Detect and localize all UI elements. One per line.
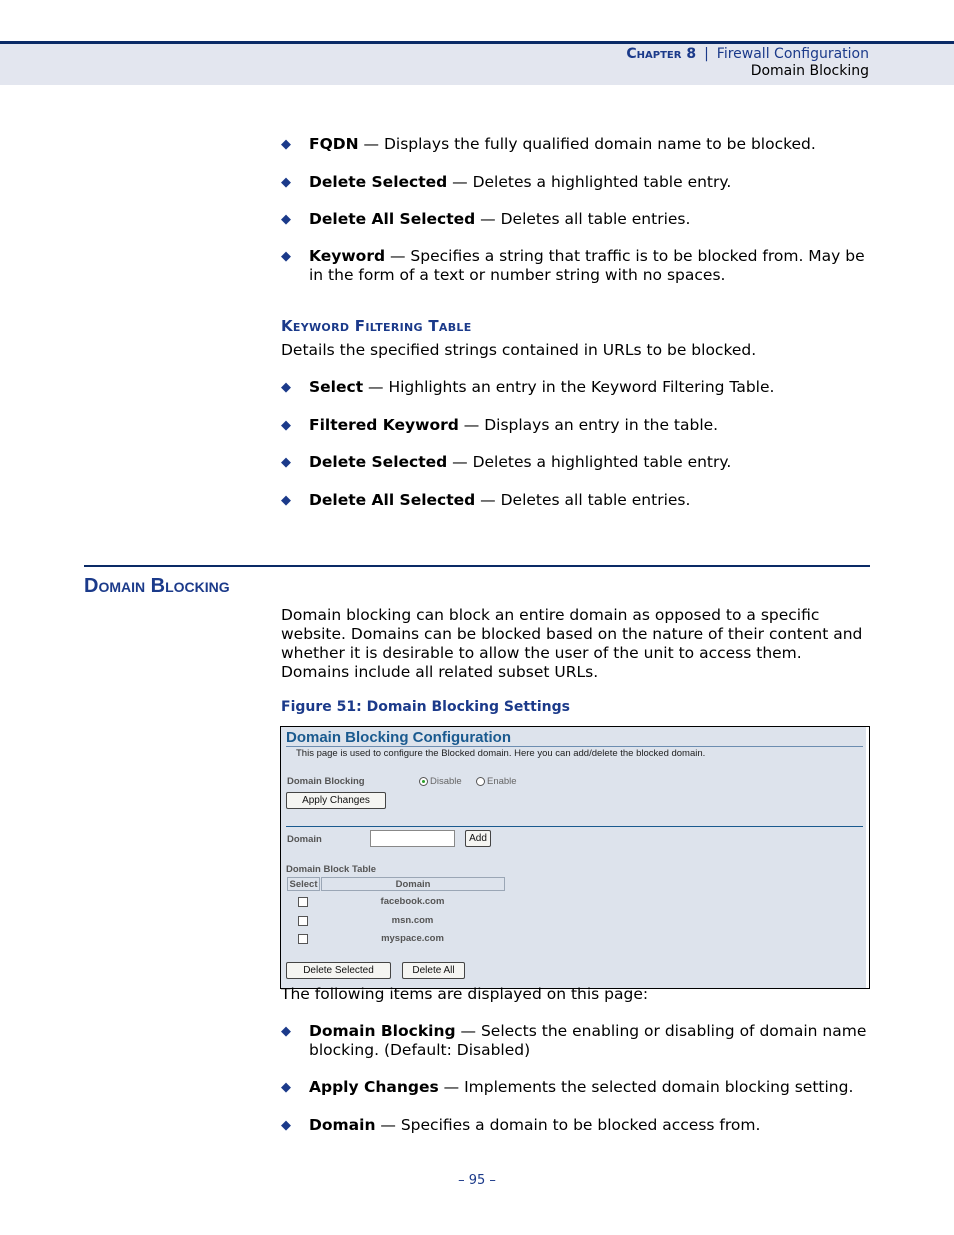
- figure-caption: Figure 51: Domain Blocking Settings: [281, 699, 570, 715]
- radio-enable[interactable]: Enable: [476, 776, 517, 787]
- title-divider: [286, 746, 863, 747]
- bullet-term: Delete Selected: [309, 173, 448, 191]
- diamond-bullet-icon: ◆: [281, 1024, 291, 1039]
- bullet-desc: — Specifies a domain to be blocked acces…: [375, 1116, 761, 1134]
- bullet-desc: — Deletes a highlighted table entry.: [447, 453, 732, 471]
- diamond-bullet-icon: ◆: [281, 212, 291, 227]
- row-select-checkbox[interactable]: [298, 897, 308, 907]
- list-item: ◆ Filtered Keyword — Displays an entry in…: [281, 416, 871, 435]
- bullet-desc: — Deletes all table entries.: [475, 491, 691, 509]
- list-item: ◆ Delete Selected — Deletes a highlighted…: [281, 453, 871, 472]
- diamond-bullet-icon: ◆: [281, 493, 291, 508]
- bullet-term: Apply Changes: [309, 1078, 439, 1096]
- list-item: ◆ Domain Blocking — Selects the enabling …: [281, 1022, 871, 1060]
- bullet-term: FQDN: [309, 135, 359, 153]
- page-number: – 95 –: [458, 1173, 496, 1188]
- diamond-bullet-icon: ◆: [281, 249, 291, 264]
- domain-input[interactable]: [370, 830, 455, 847]
- running-header-chapter: Chapter 8 | Firewall Configuration: [626, 46, 869, 62]
- bullet-term: Keyword: [309, 247, 386, 265]
- domain-label: Domain: [287, 834, 322, 845]
- bullet-term: Domain Blocking: [309, 1022, 456, 1040]
- diamond-bullet-icon: ◆: [281, 175, 291, 190]
- domain-block-table-title: Domain Block Table: [286, 864, 377, 875]
- list-item: ◆ Select — Highlights an entry in the Key…: [281, 378, 871, 397]
- table-row-domain: facebook.com: [380, 896, 445, 907]
- diamond-bullet-icon: ◆: [281, 137, 291, 152]
- config-page-title: Domain Blocking Configuration: [286, 729, 511, 746]
- delete-all-button[interactable]: Delete All: [402, 962, 465, 979]
- list-item: ◆ FQDN — Displays the fully qualified dom…: [281, 135, 871, 154]
- diamond-bullet-icon: ◆: [281, 380, 291, 395]
- bullet-term: Domain: [309, 1116, 376, 1134]
- bullet-term: Delete All Selected: [309, 210, 476, 228]
- diamond-bullet-icon: ◆: [281, 1118, 291, 1133]
- diamond-bullet-icon: ◆: [281, 418, 291, 433]
- bullet-term: Delete All Selected: [309, 491, 476, 509]
- table-row-domain: msn.com: [391, 915, 434, 926]
- items-intro: The following items are displayed on thi…: [281, 985, 649, 1003]
- bullet-desc: — Deletes a highlighted table entry.: [447, 173, 732, 191]
- add-button[interactable]: Add: [465, 830, 491, 847]
- figure-domain-blocking-settings: Domain Blocking Configuration This page …: [280, 726, 870, 989]
- list-item: ◆ Delete All Selected — Deletes all table…: [281, 491, 871, 510]
- header-separator: |: [704, 46, 709, 62]
- running-header-section: Domain Blocking: [750, 63, 869, 79]
- bullet-term: Select: [309, 378, 364, 396]
- chapter-label: Chapter 8: [626, 46, 697, 62]
- bullet-term: Filtered Keyword: [309, 416, 459, 434]
- bullet-desc: — Displays the fully qualified domain na…: [358, 135, 816, 153]
- radio-unselected-icon[interactable]: [476, 777, 485, 786]
- radio-disable-label: Disable: [430, 776, 462, 787]
- figure-edge: [866, 727, 869, 988]
- apply-changes-button[interactable]: Apply Changes: [286, 792, 386, 809]
- keyword-section-intro: Details the specified strings contained …: [281, 341, 757, 359]
- chapter-title: Firewall Configuration: [716, 46, 869, 62]
- list-item: ◆ Delete All Selected — Deletes all table…: [281, 210, 871, 229]
- domain-section-intro: Domain blocking can block an entire doma…: [281, 606, 863, 681]
- diamond-bullet-icon: ◆: [281, 1080, 291, 1095]
- section-divider: [84, 565, 870, 567]
- radio-disable[interactable]: Disable: [419, 776, 462, 787]
- section-divider: [286, 826, 863, 827]
- bullet-desc: — Deletes all table entries.: [475, 210, 691, 228]
- config-page-description: This page is used to configure the Block…: [296, 748, 706, 759]
- bullet-desc: — Highlights an entry in the Keyword Fil…: [363, 378, 775, 396]
- radio-selected-icon[interactable]: [419, 777, 428, 786]
- row-select-checkbox[interactable]: [298, 916, 308, 926]
- domain-blocking-label: Domain Blocking: [287, 776, 365, 787]
- list-item: ◆ Domain — Specifies a domain to be block…: [281, 1116, 871, 1135]
- table-header-domain: Domain: [321, 877, 505, 891]
- radio-enable-label: Enable: [487, 776, 517, 787]
- row-select-checkbox[interactable]: [298, 934, 308, 944]
- keyword-section-heading: Keyword Filtering Table: [281, 317, 472, 335]
- list-item: ◆ Keyword — Specifies a string that traff…: [281, 247, 871, 285]
- bullet-term: Delete Selected: [309, 453, 448, 471]
- section-heading: Domain Blocking: [84, 575, 230, 597]
- bullet-desc: — Implements the selected domain blockin…: [438, 1078, 854, 1096]
- bullet-desc: — Displays an entry in the table.: [458, 416, 719, 434]
- diamond-bullet-icon: ◆: [281, 455, 291, 470]
- list-item: ◆ Delete Selected — Deletes a highlighted…: [281, 173, 871, 192]
- bullet-desc: — Specifies a string that traffic is to …: [309, 247, 865, 284]
- list-item: ◆ Apply Changes — Implements the selected…: [281, 1078, 871, 1097]
- table-header-select: Select: [287, 877, 320, 891]
- delete-selected-button[interactable]: Delete Selected: [286, 962, 391, 979]
- table-row-domain: myspace.com: [381, 933, 444, 944]
